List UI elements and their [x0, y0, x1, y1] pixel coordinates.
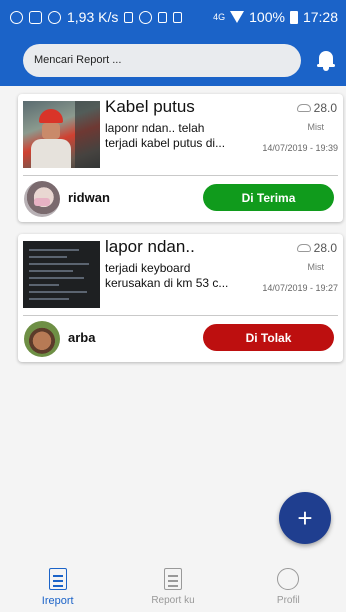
weather-temperature: 28.0: [296, 101, 337, 115]
status-bar: 1,93 K/s 4G 100% 17:28: [0, 0, 346, 34]
report-title: Kabel putus: [105, 97, 195, 116]
clock: 17:28: [302, 9, 338, 25]
weather-label: Mist: [307, 262, 325, 272]
app-bar: Mencari Report ...: [0, 34, 346, 86]
battery-level: 100%: [249, 9, 285, 25]
username: arba: [68, 330, 96, 345]
message-icon: [29, 10, 42, 24]
username: ridwan: [68, 190, 110, 205]
nav-label: Profil: [276, 595, 300, 606]
signal-icon: [230, 11, 245, 23]
report-summary[interactable]: Kabel putus laponr ndan.. telah terjadi …: [18, 94, 343, 176]
weather-label: Mist: [307, 122, 325, 132]
status-accepted-button[interactable]: Di Terima: [203, 184, 334, 211]
report-title: lapor ndan..: [105, 237, 195, 256]
network-speed: 1,93 K/s: [67, 9, 119, 25]
search-input[interactable]: Mencari Report ...: [23, 43, 301, 77]
mute-icon: [124, 11, 134, 23]
profile-icon: [277, 568, 300, 590]
report-card[interactable]: lapor ndan.. terjadi keyboard kerusakan …: [18, 234, 343, 362]
clipboard-icon: [48, 568, 67, 590]
nav-item-profil[interactable]: Profil: [231, 560, 346, 612]
nav-item-report-ku[interactable]: Report ku: [115, 560, 230, 612]
whatsapp-icon: [10, 10, 23, 24]
status-rejected-button[interactable]: Di Tolak: [203, 324, 334, 351]
report-thumbnail: [23, 241, 100, 308]
avatar: [24, 181, 60, 217]
cloud-icon: [296, 104, 311, 112]
nav-label: Report ku: [151, 595, 195, 606]
report-datetime: 14/07/2019 - 19:27: [262, 283, 338, 293]
report-datetime: 14/07/2019 - 19:39: [262, 143, 338, 153]
battery-icon: [289, 10, 298, 24]
nav-item-ireport[interactable]: Ireport: [0, 560, 115, 612]
report-summary[interactable]: lapor ndan.. terjadi keyboard kerusakan …: [18, 234, 343, 316]
alarm-icon: [139, 10, 153, 24]
app-notification-icon: [48, 10, 61, 24]
weather-temperature: 28.0: [296, 241, 337, 255]
report-description: laponr ndan.. telah terjadi kabel putus …: [105, 121, 226, 150]
report-description: terjadi keyboard kerusakan di km 53 c...: [105, 261, 229, 290]
report-card[interactable]: Kabel putus laponr ndan.. telah terjadi …: [18, 94, 343, 222]
add-report-button[interactable]: +: [279, 492, 331, 544]
report-list-icon: [163, 568, 182, 590]
report-thumbnail: [23, 101, 100, 168]
bottom-navigation: Ireport Report ku Profil: [0, 560, 346, 612]
bell-icon[interactable]: [316, 49, 335, 71]
nfc-icon: [158, 11, 168, 23]
nav-label: Ireport: [41, 595, 74, 607]
cloud-icon: [296, 244, 311, 252]
avatar: [24, 321, 60, 357]
sim-icon: [173, 11, 183, 23]
network-type: 4G: [213, 12, 226, 22]
